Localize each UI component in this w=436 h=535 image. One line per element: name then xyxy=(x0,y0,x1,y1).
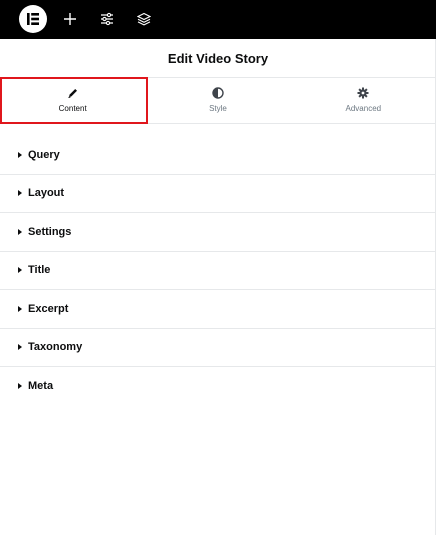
page-title: Edit Video Story xyxy=(167,50,269,66)
caret-right-icon xyxy=(18,383,22,390)
elementor-logo-icon[interactable] xyxy=(19,5,47,33)
caret-right-icon xyxy=(18,151,22,158)
section-label: Excerpt xyxy=(28,302,69,315)
gear-icon xyxy=(356,86,370,100)
section-label: Query xyxy=(28,148,60,161)
caret-right-icon xyxy=(18,228,22,235)
caret-right-icon xyxy=(18,305,22,312)
tab-style-label: Style xyxy=(209,104,227,113)
caret-right-icon xyxy=(18,190,22,197)
tab-advanced-label: Advanced xyxy=(345,104,382,113)
panel-tabs: Content Style Advanced xyxy=(0,78,436,124)
pencil-icon xyxy=(66,86,80,100)
tab-style[interactable]: Style xyxy=(145,78,290,123)
section-label: Taxonomy xyxy=(28,341,83,354)
half-circle-icon xyxy=(211,86,225,100)
tab-content[interactable]: Content xyxy=(0,78,146,124)
section-title[interactable]: Title xyxy=(0,252,436,290)
section-label: Title xyxy=(28,264,51,277)
caret-right-icon xyxy=(18,267,22,274)
layers-icon[interactable] xyxy=(135,10,153,28)
sliders-icon[interactable] xyxy=(98,10,116,28)
section-label: Settings xyxy=(28,225,72,238)
section-meta[interactable]: Meta xyxy=(0,367,436,406)
section-label: Meta xyxy=(28,380,54,393)
tab-advanced[interactable]: Advanced xyxy=(291,78,436,123)
section-layout[interactable]: Layout xyxy=(0,175,436,213)
top-toolbar xyxy=(0,0,436,39)
sections-list: Query Layout Settings Title Excerpt Taxo… xyxy=(0,136,436,406)
caret-right-icon xyxy=(18,344,22,351)
section-settings[interactable]: Settings xyxy=(0,213,436,252)
section-query[interactable]: Query xyxy=(0,136,436,175)
tab-content-label: Content xyxy=(58,104,87,113)
section-excerpt[interactable]: Excerpt xyxy=(0,290,436,329)
panel-header: Edit Video Story xyxy=(0,39,436,78)
plus-icon[interactable] xyxy=(61,10,79,28)
section-label: Layout xyxy=(28,187,65,200)
section-taxonomy[interactable]: Taxonomy xyxy=(0,329,436,367)
